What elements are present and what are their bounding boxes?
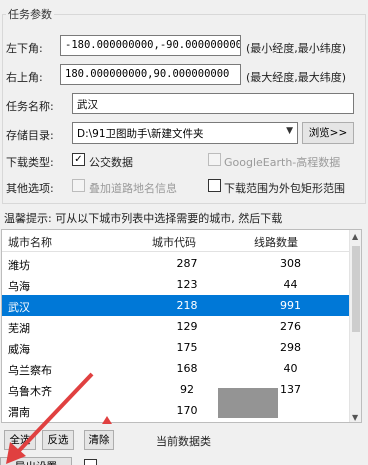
overlay-shade [218, 388, 278, 418]
bbox-range-checkbox[interactable] [208, 179, 221, 192]
bus-data-checkbox[interactable]: ✓ [72, 153, 85, 166]
cell-line-count: 308 [280, 257, 301, 270]
cell-city-code: 175 [176, 341, 198, 354]
cell-city-name: 威海 [8, 343, 30, 356]
download-type-label: 下载类型: [6, 156, 54, 169]
cell-city-code: 287 [176, 257, 198, 270]
lower-left-input[interactable]: -180.000000000,-90.000000000 [60, 35, 241, 56]
bbox-range-label: 下载范围为外包矩形范围 [224, 182, 345, 195]
table-row[interactable]: 芜湖 129 276 [2, 316, 351, 337]
scroll-thumb[interactable] [352, 246, 360, 332]
cell-line-count: 298 [280, 341, 301, 354]
cell-line-count: 276 [280, 320, 301, 333]
header-line-count[interactable]: 线路数量 [254, 234, 298, 250]
upper-right-input[interactable]: 180.000000000,90.000000000 [60, 64, 241, 85]
header-city-name[interactable]: 城市名称 [8, 234, 52, 250]
table-row[interactable]: 威海 175 298 [2, 337, 351, 358]
cell-line-count: 44 [283, 278, 298, 291]
header-city-code[interactable]: 城市代码 [152, 234, 196, 250]
cell-city-name: 潍坊 [8, 259, 30, 272]
upper-right-label: 右上角: [6, 71, 43, 84]
googleearth-checkbox[interactable] [208, 153, 221, 166]
cell-line-count: 40 [283, 362, 298, 375]
storage-dir-value: D:\91卫图助手\新建文件夹 [77, 128, 204, 140]
cell-city-name: 乌海 [8, 280, 30, 293]
overlay-roads-label: 叠加道路地名信息 [89, 182, 177, 195]
table-row[interactable]: 武汉 218 991 [2, 295, 351, 316]
googleearth-label: GoogleEarth-高程数据 [224, 156, 341, 169]
group-title: 任务参数 [6, 6, 54, 22]
scroll-down-icon[interactable]: ▼ [352, 413, 358, 422]
table-header: 城市名称 城市代码 线路数量 [2, 230, 351, 252]
status-text: 当前数据类 [156, 435, 211, 448]
cell-city-code: 123 [176, 278, 198, 291]
overlay-roads-checkbox[interactable] [72, 179, 85, 192]
lower-left-note: (最小经度,最小纬度) [246, 42, 347, 55]
chevron-down-icon: ▼ [286, 126, 293, 136]
scroll-up-icon[interactable]: ▲ [352, 232, 358, 241]
table-row[interactable]: 潍坊 287 308 [2, 253, 351, 274]
lower-left-label: 左下角: [6, 42, 43, 55]
cell-city-code: 129 [176, 320, 198, 333]
upper-right-note: (最大经度,最大纬度) [246, 71, 347, 84]
annotation-arrow-icon [6, 372, 94, 464]
table-row[interactable]: 乌海 123 44 [2, 274, 351, 295]
task-name-input[interactable]: 武汉 [72, 93, 354, 114]
cell-city-name: 芜湖 [8, 322, 30, 335]
bus-data-label: 公交数据 [89, 156, 133, 169]
vertical-scrollbar[interactable]: ▲ ▼ [349, 230, 361, 422]
task-name-label: 任务名称: [6, 100, 54, 113]
storage-dir-label: 存储目录: [6, 129, 54, 142]
cell-city-code: 218 [176, 299, 198, 312]
cell-line-count: 991 [280, 299, 301, 312]
cell-city-code: 168 [176, 362, 198, 375]
cell-city-name: 武汉 [8, 301, 30, 314]
browse-button[interactable]: 浏览>> [302, 122, 354, 144]
other-options-label: 其他选项: [6, 182, 54, 195]
storage-dir-select[interactable]: D:\91卫图助手\新建文件夹 ▼ [72, 122, 298, 144]
tip-text: 温馨提示: 可从以下城市列表中选择需要的城市, 然后下载 [4, 212, 283, 225]
